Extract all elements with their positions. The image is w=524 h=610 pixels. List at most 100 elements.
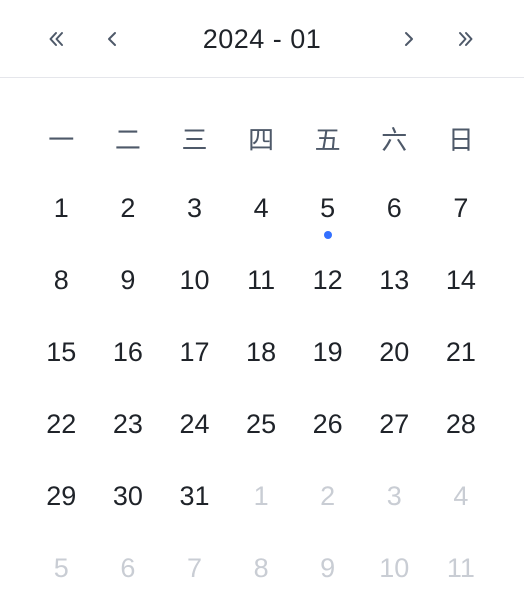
calendar-day-outside-month[interactable]: 5	[28, 536, 95, 608]
calendar-day[interactable]: 29	[28, 464, 95, 536]
day-number: 1	[53, 193, 69, 223]
calendar-day[interactable]: 9	[95, 248, 162, 320]
weekday-label: 日	[447, 125, 474, 155]
weekday-label: 三	[181, 125, 208, 155]
current-month-title: 2024 - 01	[202, 24, 322, 54]
day-number: 7	[186, 553, 202, 583]
day-number: 5	[320, 193, 336, 223]
calendar-header: 2024 - 01	[0, 0, 524, 78]
calendar-day[interactable]: 4	[228, 176, 295, 248]
day-number: 6	[120, 553, 136, 583]
day-number: 3	[186, 193, 202, 223]
calendar-day[interactable]: 14	[428, 248, 495, 320]
chevron-left-icon	[102, 29, 122, 49]
calendar-day-outside-month[interactable]: 11	[428, 536, 495, 608]
calendar-day-outside-month[interactable]: 10	[361, 536, 428, 608]
day-number: 8	[253, 553, 269, 583]
calendar-day-outside-month[interactable]: 7	[161, 536, 228, 608]
calendar-day[interactable]: 13	[361, 248, 428, 320]
weekday-label: 四	[248, 125, 275, 155]
day-number: 22	[46, 409, 77, 439]
calendar-day[interactable]: 22	[28, 392, 95, 464]
day-number: 21	[445, 337, 476, 367]
day-number: 16	[112, 337, 143, 367]
day-number: 19	[312, 337, 343, 367]
double-chevron-right-icon	[455, 29, 475, 49]
day-number: 13	[379, 265, 410, 295]
calendar-day[interactable]: 1	[28, 176, 95, 248]
calendar-grid: 一 二 三 四 五 六 日 1 2 3 4 5 6 7 8 9 10 11 12 13 14 15 16 17 1…	[28, 104, 494, 608]
day-number: 2	[120, 193, 136, 223]
day-number: 10	[379, 553, 410, 583]
calendar-day[interactable]: 3	[161, 176, 228, 248]
day-number: 14	[445, 265, 476, 295]
day-number: 18	[246, 337, 277, 367]
day-number: 10	[179, 265, 210, 295]
day-number: 12	[312, 265, 343, 295]
day-number: 11	[446, 553, 475, 583]
calendar-day[interactable]: 7	[428, 176, 495, 248]
day-number: 4	[453, 481, 469, 511]
calendar-day-outside-month[interactable]: 9	[294, 536, 361, 608]
day-number: 7	[453, 193, 469, 223]
calendar-day[interactable]: 24	[161, 392, 228, 464]
day-number: 24	[179, 409, 210, 439]
weekday-label: 六	[381, 125, 408, 155]
chevron-right-icon	[399, 29, 419, 49]
day-number: 29	[46, 481, 77, 511]
calendar-day[interactable]: 31	[161, 464, 228, 536]
weekday-row: 一 二 三 四 五 六 日	[28, 104, 494, 176]
calendar-day-outside-month[interactable]: 4	[428, 464, 495, 536]
day-number: 3	[386, 481, 402, 511]
calendar-day[interactable]: 26	[294, 392, 361, 464]
day-number: 23	[112, 409, 143, 439]
calendar-day-outside-month[interactable]: 6	[95, 536, 162, 608]
weekday-label: 一	[48, 125, 75, 155]
calendar-day[interactable]: 5	[294, 176, 361, 248]
weekday-label: 二	[114, 125, 141, 155]
calendar-day[interactable]: 30	[95, 464, 162, 536]
calendar-day[interactable]: 21	[428, 320, 495, 392]
next-month-button[interactable]	[392, 22, 426, 56]
calendar-day[interactable]: 8	[28, 248, 95, 320]
day-number: 26	[312, 409, 343, 439]
days-grid: 1 2 3 4 5 6 7 8 9 10 11 12 13 14 15 16 17 18 19 20 21 22 23 24 2…	[28, 176, 494, 608]
calendar-day[interactable]: 20	[361, 320, 428, 392]
day-number: 4	[253, 193, 269, 223]
calendar-day-outside-month[interactable]: 2	[294, 464, 361, 536]
calendar-day[interactable]: 27	[361, 392, 428, 464]
day-number: 9	[320, 553, 336, 583]
day-number: 20	[379, 337, 410, 367]
day-number: 15	[46, 337, 77, 367]
event-dot-icon	[323, 231, 332, 239]
calendar-day[interactable]: 19	[294, 320, 361, 392]
calendar-day[interactable]: 11	[228, 248, 295, 320]
day-number: 1	[253, 481, 269, 511]
double-chevron-left-icon	[47, 29, 67, 49]
calendar-day-outside-month[interactable]: 8	[228, 536, 295, 608]
calendar-day[interactable]: 12	[294, 248, 361, 320]
calendar-day[interactable]: 2	[95, 176, 162, 248]
calendar-day[interactable]: 6	[361, 176, 428, 248]
calendar-day[interactable]: 17	[161, 320, 228, 392]
calendar-day-outside-month[interactable]: 3	[361, 464, 428, 536]
prev-month-button[interactable]	[95, 22, 129, 56]
day-number: 31	[179, 481, 210, 511]
calendar-day[interactable]: 25	[228, 392, 295, 464]
day-number: 25	[246, 409, 277, 439]
calendar-day[interactable]: 10	[161, 248, 228, 320]
calendar-day[interactable]: 23	[95, 392, 162, 464]
next-year-button[interactable]	[448, 22, 482, 56]
day-number: 2	[320, 481, 336, 511]
day-number: 8	[53, 265, 69, 295]
calendar-day[interactable]: 15	[28, 320, 95, 392]
calendar-day[interactable]: 28	[428, 392, 495, 464]
calendar-day[interactable]: 16	[95, 320, 162, 392]
day-number: 11	[247, 265, 276, 295]
day-number: 27	[379, 409, 410, 439]
calendar-day-outside-month[interactable]: 1	[228, 464, 295, 536]
day-number: 6	[386, 193, 402, 223]
calendar-day[interactable]: 18	[228, 320, 295, 392]
prev-year-button[interactable]	[40, 22, 74, 56]
day-number: 9	[120, 265, 136, 295]
